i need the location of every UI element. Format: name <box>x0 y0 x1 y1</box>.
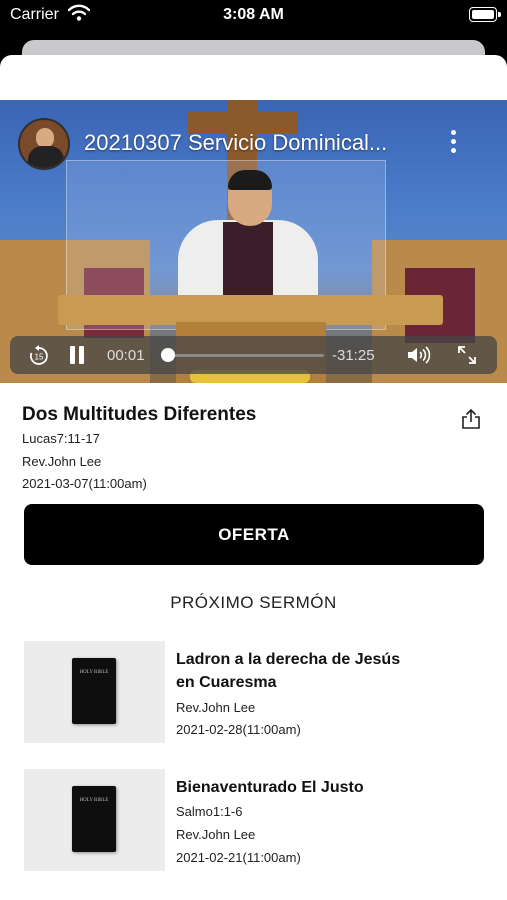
status-bar: Carrier 3:08 AM <box>0 0 507 32</box>
share-icon[interactable] <box>461 408 481 435</box>
bible-icon: HOLY BIBLE <box>72 786 116 852</box>
remaining-time: -31:25 <box>332 347 375 364</box>
video-title: 20210307 Servicio Dominical... <box>84 130 388 155</box>
sermon-sheet: 20210307 Servicio Dominical... 15 00:01 … <box>0 55 507 900</box>
sermon-title: Dos Multitudes Diferentes <box>22 404 257 425</box>
sermon-thumbnail: HOLY BIBLE <box>24 769 165 871</box>
elapsed-time: 00:01 <box>107 347 145 364</box>
progress-track[interactable] <box>166 354 324 357</box>
skip-back-15-icon[interactable]: 15 <box>28 345 50 372</box>
list-item[interactable]: HOLY BIBLE Bienaventurado El Justo Salmo… <box>0 769 507 881</box>
video-player[interactable]: 20210307 Servicio Dominical... 15 00:01 … <box>0 100 507 383</box>
list-item[interactable]: HOLY BIBLE Ladron a la derecha de Jesús … <box>0 641 507 753</box>
pause-button[interactable] <box>68 346 86 364</box>
battery-icon <box>469 7 501 22</box>
list-item-title: en Cuaresma <box>176 674 277 691</box>
video-pulpit <box>58 295 443 325</box>
list-item-date: 2021-02-21(11:00am) <box>176 850 301 865</box>
list-item-title: Bienaventurado El Justo <box>176 779 364 796</box>
sermon-preacher: Rev.John Lee <box>22 454 102 469</box>
offer-button[interactable]: OFERTA <box>24 504 484 565</box>
list-item-preacher: Rev.John Lee <box>176 700 256 715</box>
sermon-thumbnail: HOLY BIBLE <box>24 641 165 743</box>
volume-icon[interactable] <box>406 345 436 370</box>
fullscreen-icon[interactable] <box>456 344 478 371</box>
sermon-date: 2021-03-07(11:00am) <box>22 476 147 491</box>
status-time: 3:08 AM <box>223 6 284 23</box>
bible-icon: HOLY BIBLE <box>72 658 116 724</box>
list-item-passage: Salmo1:1-6 <box>176 804 243 819</box>
svg-text:15: 15 <box>35 353 44 362</box>
list-item-preacher: Rev.John Lee <box>176 827 256 842</box>
playback-controls: 15 00:01 -31:25 <box>10 336 497 374</box>
list-item-title: Ladron a la derecha de Jesús <box>176 651 401 668</box>
progress-thumb[interactable] <box>160 348 175 362</box>
list-item-date: 2021-02-28(11:00am) <box>176 722 301 737</box>
channel-avatar[interactable] <box>18 118 70 170</box>
more-options-icon[interactable] <box>446 130 460 158</box>
next-sermon-heading: PRÓXIMO SERMÓN <box>170 593 337 612</box>
sermon-passage: Lucas7:11-17 <box>22 431 100 446</box>
